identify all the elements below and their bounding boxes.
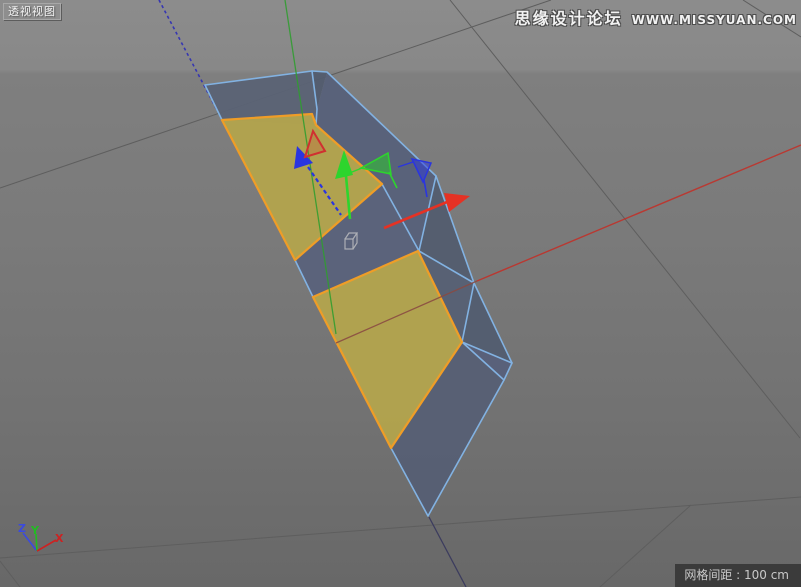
watermark: 思缘设计论坛 WWW.MISSYUAN.COM bbox=[515, 5, 797, 29]
watermark-forum-url: WWW.MISSYUAN.COM bbox=[632, 13, 797, 27]
axis-orientation-indicator: Z Y X bbox=[18, 522, 64, 551]
grid-line bbox=[0, 497, 801, 558]
viewport-3d-canvas[interactable]: Z Y X bbox=[0, 0, 801, 587]
axis-x-label: X bbox=[55, 532, 64, 545]
world-z-axis-front bbox=[429, 517, 466, 587]
watermark-forum-name: 思缘设计论坛 bbox=[515, 5, 623, 29]
viewport-window: Z Y X 透视视图 思缘设计论坛 WWW.MISSYUAN.COM 网格间距 … bbox=[0, 0, 801, 587]
axis-y-label: Y bbox=[30, 524, 40, 537]
axis-x-line bbox=[37, 540, 56, 551]
axis-z-label: Z bbox=[18, 522, 26, 535]
grid-line bbox=[0, 561, 20, 587]
world-x-axis bbox=[477, 145, 801, 281]
grid-spacing-status: 网格间距 : 100 cm bbox=[675, 564, 801, 587]
viewport-name-label[interactable]: 透视视图 bbox=[3, 3, 61, 20]
mesh-object[interactable] bbox=[205, 71, 512, 516]
grid-spacing-text: 网格间距 : 100 cm bbox=[684, 568, 789, 582]
